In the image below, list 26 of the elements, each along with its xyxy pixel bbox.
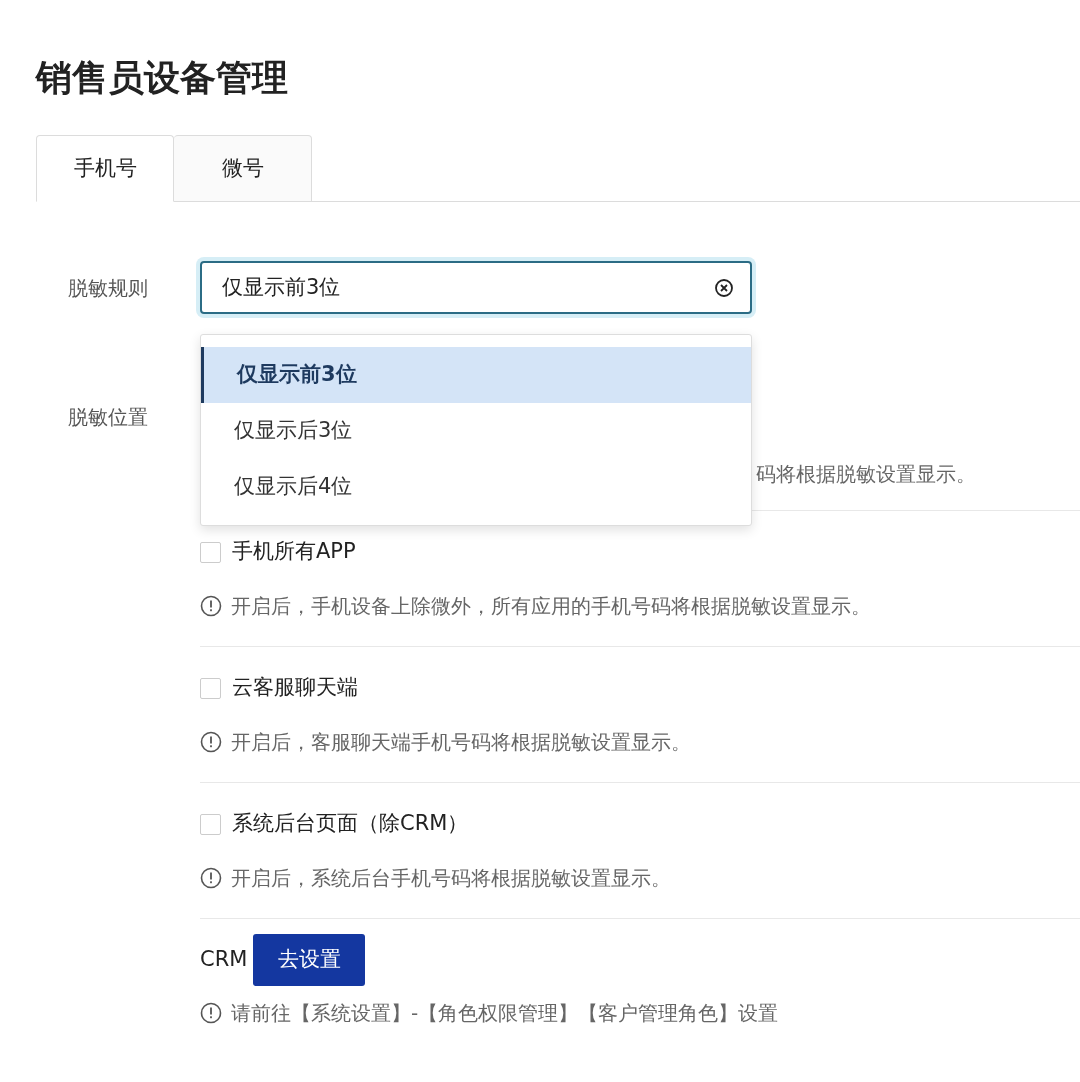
info-icon — [200, 1002, 222, 1024]
dropdown-option[interactable]: 仅显示后3位 — [201, 403, 751, 459]
hint-text: 码将根据脱敏设置显示。 — [756, 462, 976, 486]
hint-text: 开启后，手机设备上除微外，所有应用的手机号码将根据脱敏设置显示。 — [231, 593, 871, 620]
go-settings-button[interactable]: 去设置 — [253, 934, 366, 986]
page-title: 销售员设备管理 — [36, 56, 288, 100]
info-icon — [200, 595, 222, 617]
checkbox[interactable] — [200, 813, 221, 835]
checkbox-label: 手机所有APP — [232, 538, 356, 566]
field-label: 脱敏位置 — [68, 405, 148, 429]
clear-icon[interactable] — [714, 277, 734, 298]
checkbox[interactable] — [200, 677, 221, 699]
checkbox-label: 云客服聊天端 — [232, 674, 358, 702]
hint-text: 开启后，系统后台手机号码将根据脱敏设置显示。 — [231, 865, 671, 892]
crm-label: CRM — [200, 946, 248, 974]
dropdown-option[interactable]: 仅显示前3位 — [201, 347, 751, 403]
field-label: 脱敏规则 — [68, 274, 148, 302]
checkbox[interactable] — [200, 541, 221, 563]
hint-text: 请前往【系统设置】-【角色权限管理】【客户管理角色】设置 — [231, 1000, 779, 1027]
tab[interactable]: 微号 — [174, 135, 312, 202]
hint-text: 开启后，客服聊天端手机号码将根据脱敏设置显示。 — [231, 729, 691, 756]
dropdown-option[interactable]: 仅显示后4位 — [201, 459, 751, 515]
info-icon — [200, 731, 222, 753]
tab[interactable]: 手机号 — [36, 135, 174, 202]
info-icon — [200, 867, 222, 889]
checkbox-label: 系统后台页面（除CRM） — [232, 810, 469, 838]
